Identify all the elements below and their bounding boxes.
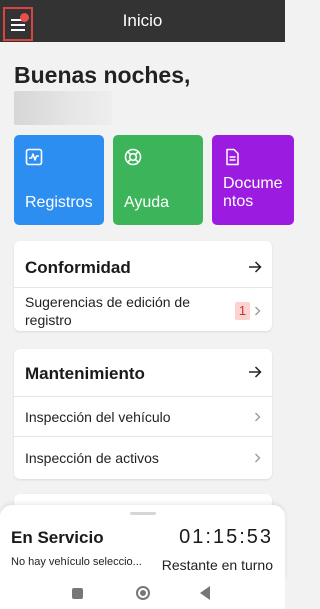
card-title: Mantenimiento [25,364,145,383]
arrow-right-icon[interactable] [248,260,262,274]
page-title: Inicio [122,11,163,30]
back-icon[interactable] [200,586,210,600]
home-icon[interactable] [136,586,150,600]
count-badge: 1 [235,302,250,320]
greeting-text: Buenas noches, [14,62,191,88]
mantenimiento-card: Mantenimiento Inspección del vehículo In… [14,349,272,479]
shift-timer: 01:15:53 [179,526,273,548]
chevron-right-icon [255,412,261,422]
tile-label: Ayuda [124,194,170,211]
lifebuoy-icon [124,148,142,166]
system-nav-bar [0,580,285,609]
drag-handle[interactable] [130,512,156,515]
chevron-right-icon [255,453,261,463]
arrow-right-icon[interactable] [248,365,262,379]
user-name-redacted [14,91,112,125]
status-sheet[interactable]: En Servicio No hay vehículo seleccio... … [0,505,285,580]
chevron-right-icon [255,306,261,316]
chart-icon [25,148,43,166]
card-title: Conformidad [25,258,131,277]
tile-label: Registros [25,194,93,211]
row-label: Inspección del vehículo [25,409,171,425]
tile-ayuda[interactable]: Ayuda [113,135,203,225]
tile-label: Docume ntos [223,175,283,210]
recents-icon[interactable] [72,588,83,599]
divider [14,436,272,437]
row-label: Inspección de activos [25,450,159,466]
app-bar: Inicio [0,0,285,42]
tile-documentos[interactable]: Docume ntos [212,135,294,225]
row-label: Sugerencias de edición de registro [25,294,191,328]
divider [14,396,272,397]
document-icon [226,148,239,166]
vehicle-status-text: No hay vehículo seleccio... [11,556,142,568]
divider [14,287,272,288]
timer-label: Restante en turno [161,557,273,573]
conformidad-card: Conformidad Sugerencias de edición de re… [14,241,272,331]
tile-registros[interactable]: Registros [14,135,104,225]
duty-status-title: En Servicio [11,528,104,547]
